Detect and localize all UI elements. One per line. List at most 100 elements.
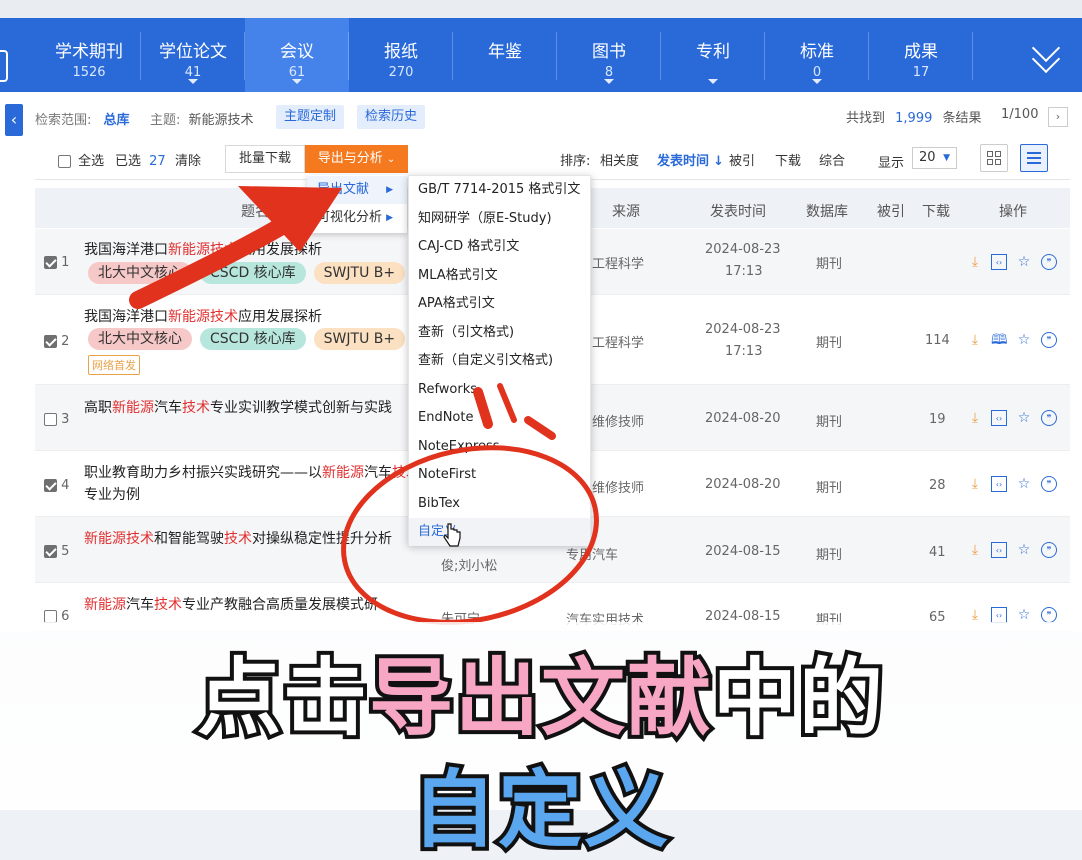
- caret-right-icon: ▶: [386, 185, 393, 195]
- nav-item-achievements[interactable]: 成果 17: [869, 18, 973, 92]
- star-icon[interactable]: ☆: [1016, 410, 1032, 426]
- row-date: 2024-08-20: [705, 411, 781, 426]
- row-checkbox[interactable]: [44, 256, 57, 269]
- collapse-sidebar-button[interactable]: ‹: [5, 104, 23, 136]
- tag-swjtu[interactable]: SWJTU B+: [313, 262, 406, 284]
- row-title[interactable]: 我国海洋港口新能源技术应用发展探析: [84, 239, 424, 261]
- quote-icon[interactable]: ❞: [1041, 542, 1057, 558]
- clear-selection-link[interactable]: 清除: [175, 150, 201, 169]
- scope-range-value[interactable]: 总库: [104, 113, 130, 128]
- star-icon[interactable]: ☆: [1016, 254, 1032, 270]
- row-checkbox[interactable]: [44, 545, 57, 558]
- format-notefirst[interactable]: NoteFirst: [409, 461, 590, 489]
- star-icon[interactable]: ☆: [1016, 476, 1032, 492]
- tag-cscd[interactable]: CSCD 核心库: [200, 262, 306, 284]
- format-novelty-citation[interactable]: 查新（引文格式): [409, 319, 590, 347]
- nav-item-books[interactable]: 图书 8: [557, 18, 661, 92]
- page-size-select[interactable]: 20 ▼: [912, 147, 957, 169]
- chevron-right-icon[interactable]: ›: [1048, 107, 1068, 127]
- quote-icon[interactable]: ❞: [1041, 410, 1057, 426]
- nav-item-patents[interactable]: 专利: [661, 18, 765, 92]
- sort-relevance[interactable]: 相关度: [600, 150, 639, 169]
- format-gbt7714[interactable]: GB/T 7714-2015 格式引文: [409, 176, 590, 204]
- download-icon[interactable]: ⤓: [967, 607, 983, 623]
- html-read-icon[interactable]: ‹›: [991, 476, 1007, 492]
- export-analyze-button[interactable]: 导出与分析 ⌄: [305, 145, 408, 173]
- book-icon[interactable]: 🕮: [991, 332, 1008, 348]
- row-title[interactable]: 职业教育助力乡村振兴实践研究——以新能源汽车技术专业为例: [84, 462, 424, 506]
- row-number: 1: [44, 255, 69, 270]
- format-apa[interactable]: APA格式引文: [409, 290, 590, 318]
- star-icon[interactable]: ☆: [1016, 607, 1032, 623]
- menu-item-export-literature[interactable]: 导出文献 ▶: [307, 176, 407, 204]
- html-read-icon[interactable]: ‹›: [991, 254, 1007, 270]
- html-read-icon[interactable]: ‹›: [991, 607, 1007, 623]
- quote-icon[interactable]: ❞: [1041, 607, 1057, 623]
- tag-swjtu[interactable]: SWJTU B+: [313, 328, 406, 350]
- format-cajcd[interactable]: CAJ-CD 格式引文: [409, 233, 590, 261]
- row-db: 期刊: [816, 415, 843, 430]
- format-mla[interactable]: MLA格式引文: [409, 262, 590, 290]
- star-icon[interactable]: ☆: [1016, 332, 1032, 348]
- row-title[interactable]: 我国海洋港口新能源技术应用发展探析: [84, 306, 424, 328]
- title-part: 专业为例: [84, 487, 140, 503]
- sort-download[interactable]: 下载: [775, 150, 801, 169]
- format-novelty-custom[interactable]: 查新（自定义引文格式): [409, 347, 590, 375]
- row-date: 2024-08-23: [705, 242, 781, 257]
- tag-cscd[interactable]: CSCD 核心库: [200, 328, 306, 350]
- row-source[interactable]: 专用汽车: [566, 544, 618, 563]
- nav-item-conference[interactable]: 会议 61: [245, 18, 349, 92]
- quote-icon[interactable]: ❞: [1041, 476, 1057, 492]
- nav-label: 学术期刊: [55, 42, 123, 62]
- format-estudy[interactable]: 知网研学（原E-Study): [409, 205, 590, 233]
- sort-cited[interactable]: 被引: [729, 150, 755, 169]
- double-chevron-down-icon[interactable]: [1030, 33, 1066, 74]
- sort-date[interactable]: 发表时间 ↓: [657, 150, 724, 169]
- format-endnote[interactable]: EndNote: [409, 404, 590, 432]
- html-read-icon[interactable]: ‹›: [991, 410, 1007, 426]
- row-title[interactable]: 新能源汽车技术专业产教融合高质量发展模式研: [84, 594, 424, 616]
- list-icon: [1027, 152, 1041, 164]
- download-icon[interactable]: ⤓: [967, 542, 983, 558]
- quote-icon[interactable]: ❞: [1041, 332, 1057, 348]
- row-title[interactable]: 高职新能源汽车技术专业实训教学模式创新与实践: [84, 397, 424, 419]
- row-source[interactable]: 工程科学: [592, 253, 644, 272]
- grid-view-button[interactable]: [980, 144, 1008, 172]
- download-icon[interactable]: ⤓: [967, 410, 983, 426]
- format-refworks[interactable]: Refworks: [409, 376, 590, 404]
- nav-item-newspapers[interactable]: 报纸 270: [349, 18, 453, 92]
- download-icon[interactable]: ⤓: [967, 332, 983, 348]
- nav-item-theses[interactable]: 学位论文 41: [141, 18, 245, 92]
- list-view-button[interactable]: [1020, 144, 1048, 172]
- quote-icon[interactable]: ❞: [1041, 254, 1057, 270]
- nav-item-journals[interactable]: 学术期刊 1526: [37, 18, 141, 92]
- format-custom[interactable]: 自定义: [409, 518, 590, 546]
- row-source[interactable]: 工程科学: [592, 332, 644, 351]
- nav-left-edge[interactable]: [0, 50, 8, 82]
- tag-pku-core[interactable]: 北大中文核心: [88, 328, 192, 350]
- html-read-icon[interactable]: ‹›: [991, 542, 1007, 558]
- nav-item-yearbooks[interactable]: 年鉴: [453, 18, 557, 92]
- download-icon[interactable]: ⤓: [967, 254, 983, 270]
- select-all[interactable]: 全选: [58, 150, 104, 169]
- row-title[interactable]: 新能源技术和智能驾驶技术对操纵稳定性提升分析: [84, 528, 424, 550]
- select-all-checkbox[interactable]: [58, 155, 71, 168]
- row-checkbox[interactable]: [44, 413, 57, 426]
- row-checkbox[interactable]: [44, 479, 57, 492]
- download-icon[interactable]: ⤓: [967, 476, 983, 492]
- nav-item-standards[interactable]: 标准 0: [765, 18, 869, 92]
- search-history-button[interactable]: 检索历史: [357, 105, 426, 129]
- topic-custom-button[interactable]: 主题定制: [276, 105, 345, 129]
- row-checkbox[interactable]: [44, 335, 57, 348]
- tag-pku-core[interactable]: 北大中文核心: [88, 262, 192, 284]
- row-author[interactable]: 俊;刘小松: [441, 555, 497, 574]
- chevron-down-icon: ⌄: [386, 154, 396, 165]
- sort-composite[interactable]: 综合: [819, 150, 845, 169]
- row-source[interactable]: 维修技师: [592, 477, 644, 496]
- batch-download-button[interactable]: 批量下载: [225, 145, 305, 173]
- format-noteexpress[interactable]: NoteExpress: [409, 433, 590, 461]
- menu-item-visual-analysis[interactable]: 可视化分析 ▶: [307, 204, 407, 232]
- row-source[interactable]: 维修技师: [592, 411, 644, 430]
- star-icon[interactable]: ☆: [1016, 542, 1032, 558]
- format-bibtex[interactable]: BibTex: [409, 490, 590, 518]
